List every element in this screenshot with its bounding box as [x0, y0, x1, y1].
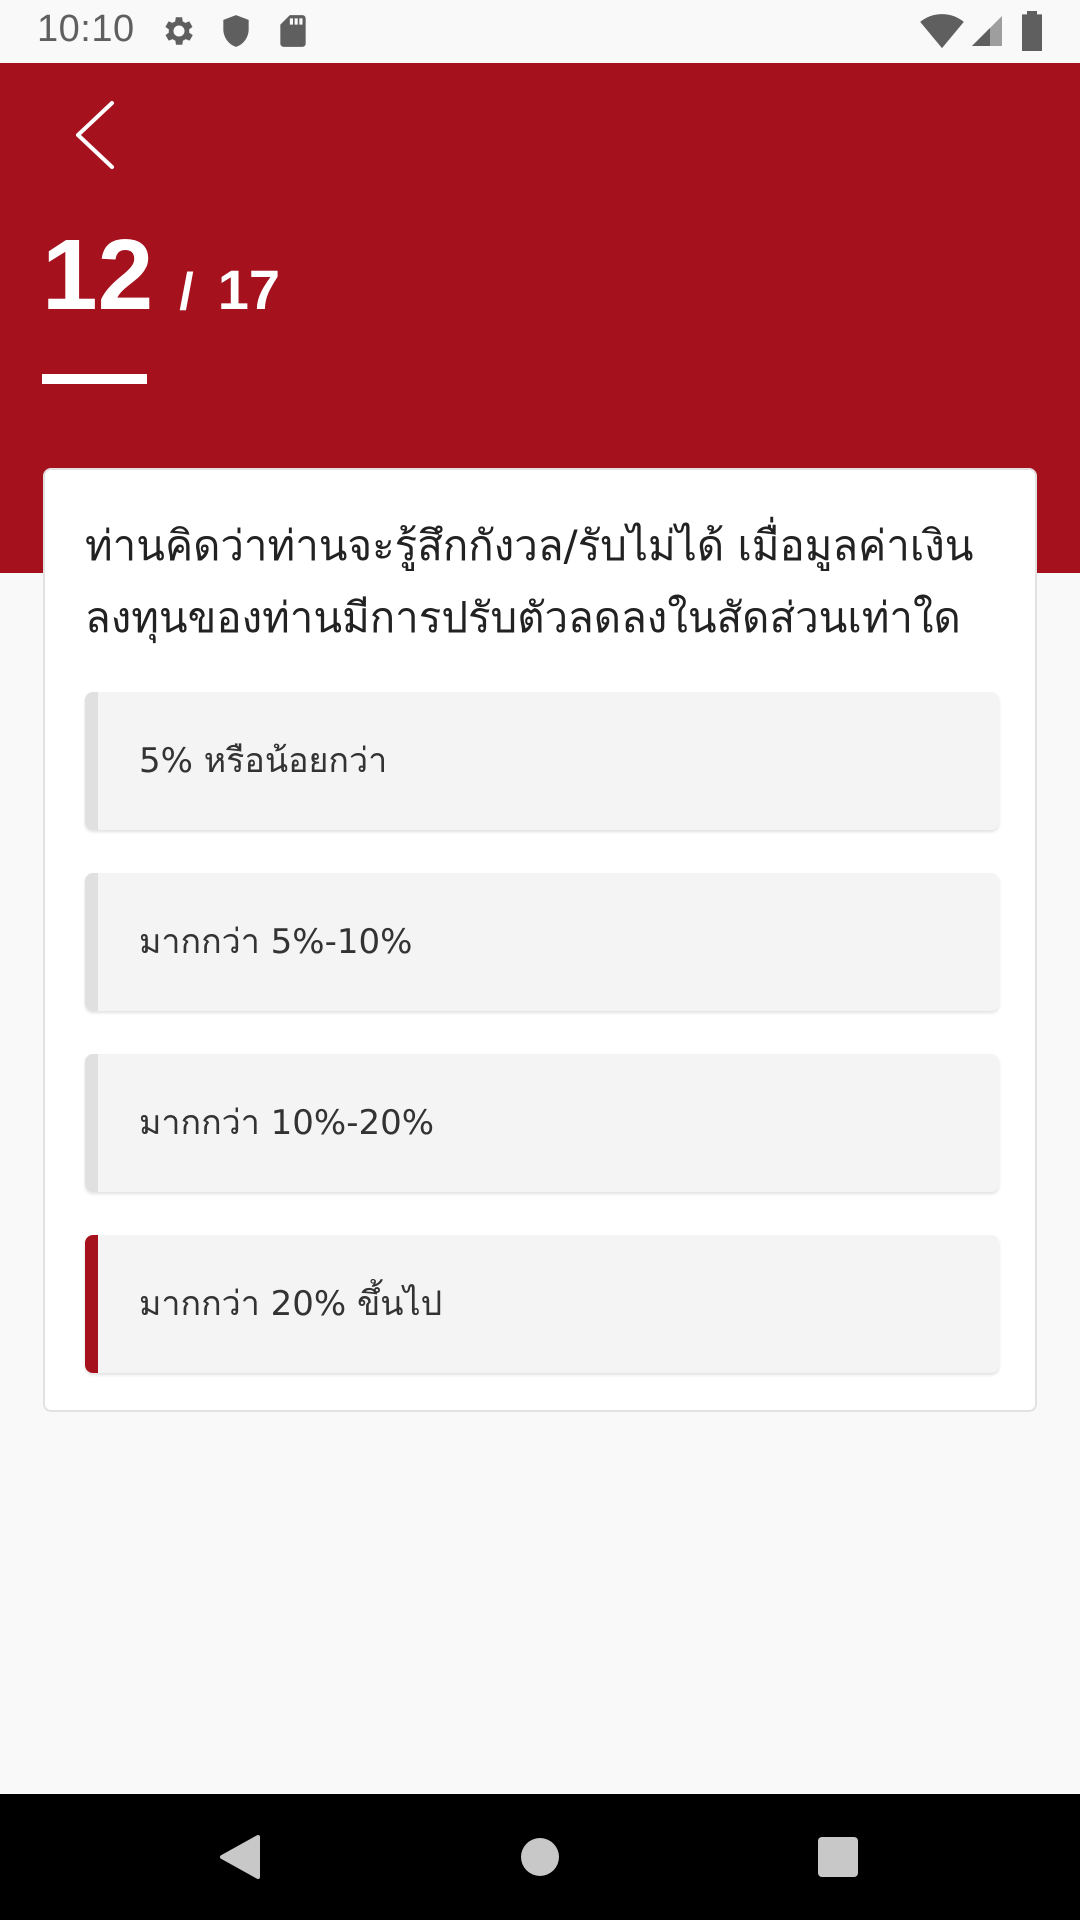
option-label: มากกว่า 20% ขึ้นไป [139, 1284, 443, 1324]
shield-icon [223, 15, 249, 47]
question-text: ท่านคิดว่าท่านจะรู้สึกกังวล/รับไม่ได้ เม… [85, 521, 974, 642]
signal-icon [972, 16, 1002, 46]
back-triangle-icon[interactable] [214, 1831, 266, 1883]
status-time: 10:10 [37, 8, 135, 50]
chevron-left-icon [76, 101, 114, 169]
back-button[interactable] [60, 95, 130, 175]
option-indicator [85, 692, 98, 830]
progress-total: 17 [217, 258, 280, 321]
home-circle-icon[interactable] [514, 1831, 566, 1883]
option-indicator-selected [85, 1235, 98, 1373]
answer-option-3[interactable]: มากกว่า 10%-20% [85, 1054, 999, 1192]
option-indicator [85, 1054, 98, 1192]
sd-card-icon [280, 15, 306, 47]
option-label: 5% หรือน้อยกว่า [139, 741, 388, 781]
battery-icon [1022, 11, 1042, 51]
progress-separator: / [179, 263, 194, 321]
question-card: ท่านคิดว่าท่านจะรู้สึกกังวล/รับไม่ได้ เม… [43, 468, 1037, 1412]
option-label: มากกว่า 5%-10% [139, 922, 413, 962]
question-progress: 12 / 17 [42, 218, 280, 333]
answer-option-1[interactable]: 5% หรือน้อยกว่า [85, 692, 999, 830]
progress-underline [42, 374, 147, 384]
answer-option-2[interactable]: มากกว่า 5%-10% [85, 873, 999, 1011]
progress-current: 12 [42, 219, 154, 331]
recents-square-icon[interactable] [812, 1831, 864, 1883]
option-indicator [85, 873, 98, 1011]
wifi-icon [920, 14, 964, 49]
gear-icon [165, 17, 193, 45]
answer-option-4[interactable]: มากกว่า 20% ขึ้นไป [85, 1235, 999, 1373]
status-bar: 10:10 [0, 0, 1080, 63]
navigation-bar [0, 1794, 1080, 1920]
option-label: มากกว่า 10%-20% [139, 1103, 435, 1143]
